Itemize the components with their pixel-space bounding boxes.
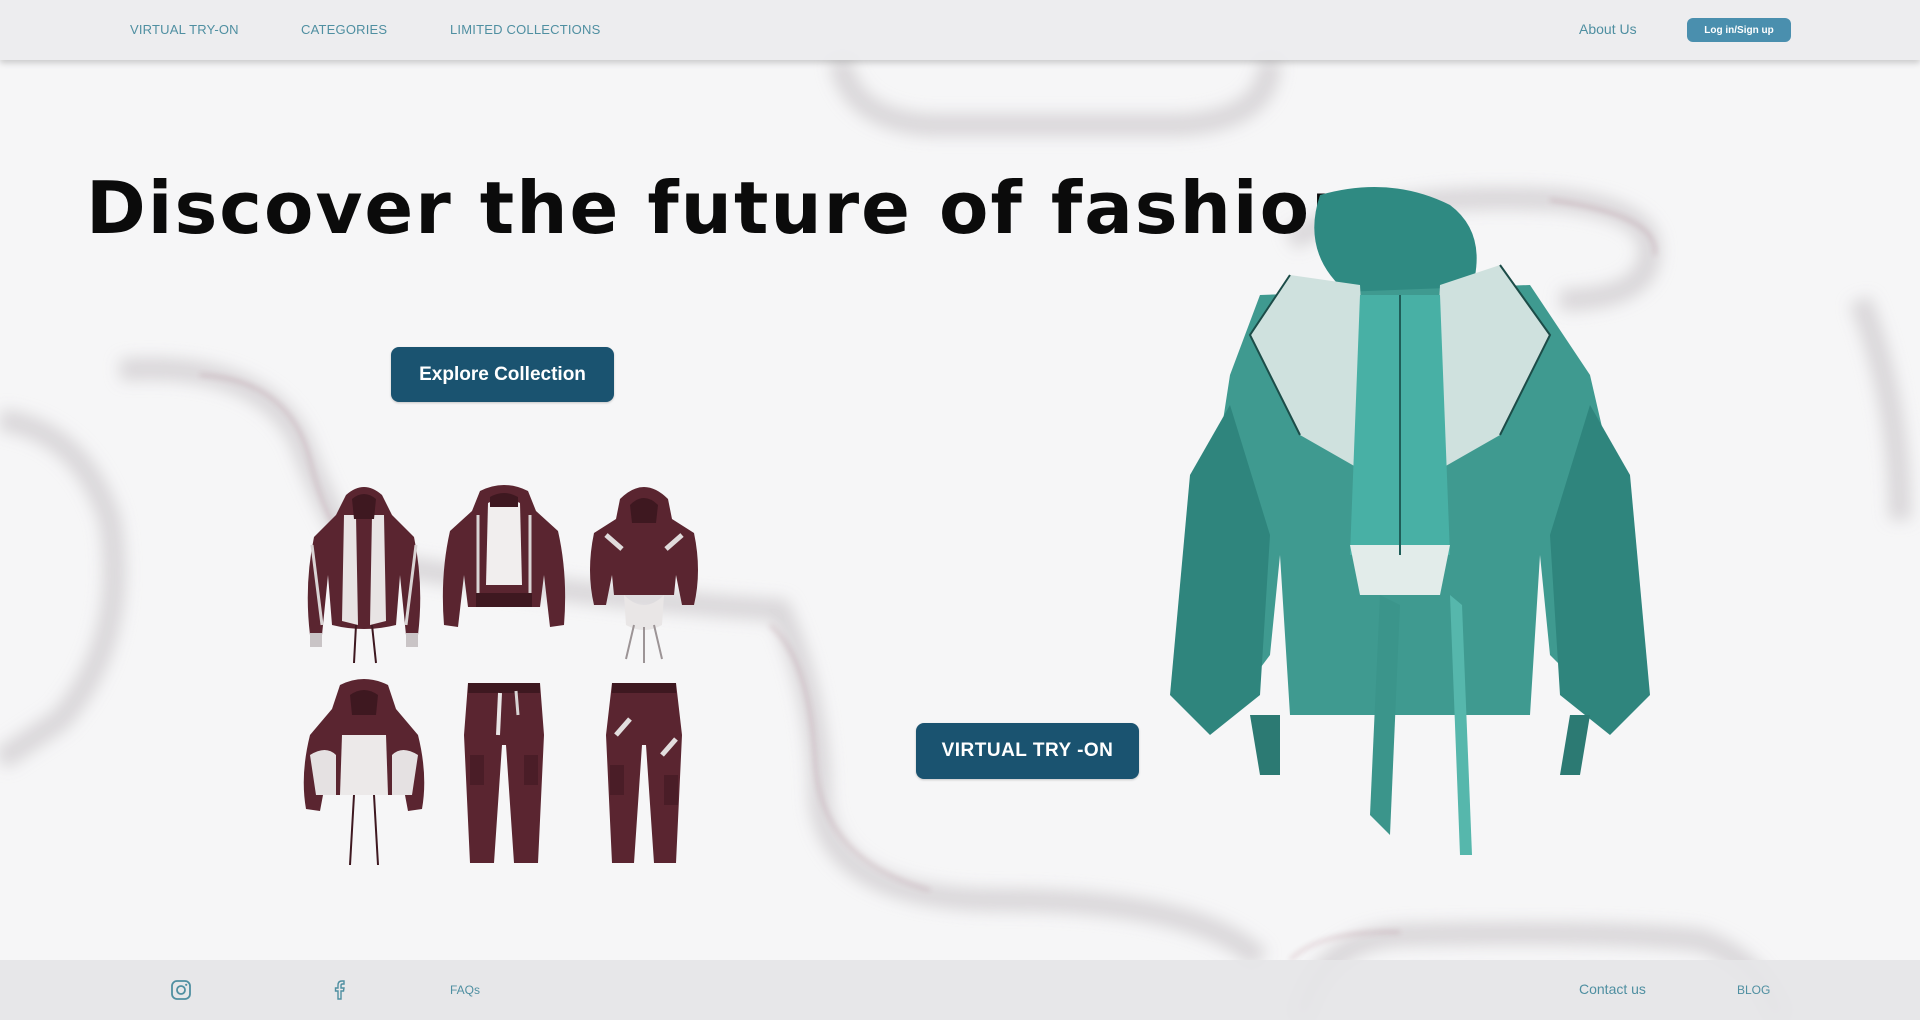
facebook-icon[interactable] [328,978,352,1002]
nav-link-virtual-try-on[interactable]: VIRTUAL TRY-ON [130,22,239,37]
explore-collection-button[interactable]: Explore Collection [391,347,614,402]
product-grid [296,475,712,875]
teal-layered-jacket-icon [1150,175,1670,875]
maroon-bomber-jacket-icon[interactable] [436,475,572,671]
maroon-cargo-pants-icon[interactable] [576,675,712,871]
footer: FAQs Contact us BLOG [0,960,1920,1020]
maroon-hooded-jacket-icon[interactable] [296,475,432,671]
maroon-puffer-jacket-icon[interactable] [296,675,432,871]
nav-link-limited-collections[interactable]: LIMITED COLLECTIONS [450,22,600,37]
maroon-cargo-pants-icon[interactable] [436,675,572,871]
nav-link-categories[interactable]: CATEGORIES [301,22,387,37]
login-signup-button[interactable]: Log in/Sign up [1687,18,1791,42]
top-nav: VIRTUAL TRY-ON CATEGORIES LIMITED COLLEC… [0,0,1920,60]
footer-link-faqs[interactable]: FAQs [450,983,480,997]
maroon-cropped-hoodie-icon[interactable] [576,475,712,671]
footer-link-blog[interactable]: BLOG [1737,983,1770,997]
virtual-try-on-button[interactable]: VIRTUAL TRY -ON [916,723,1139,779]
instagram-icon[interactable] [169,978,193,1002]
footer-link-contact-us[interactable]: Contact us [1579,981,1646,997]
nav-link-about-us[interactable]: About Us [1579,21,1637,37]
